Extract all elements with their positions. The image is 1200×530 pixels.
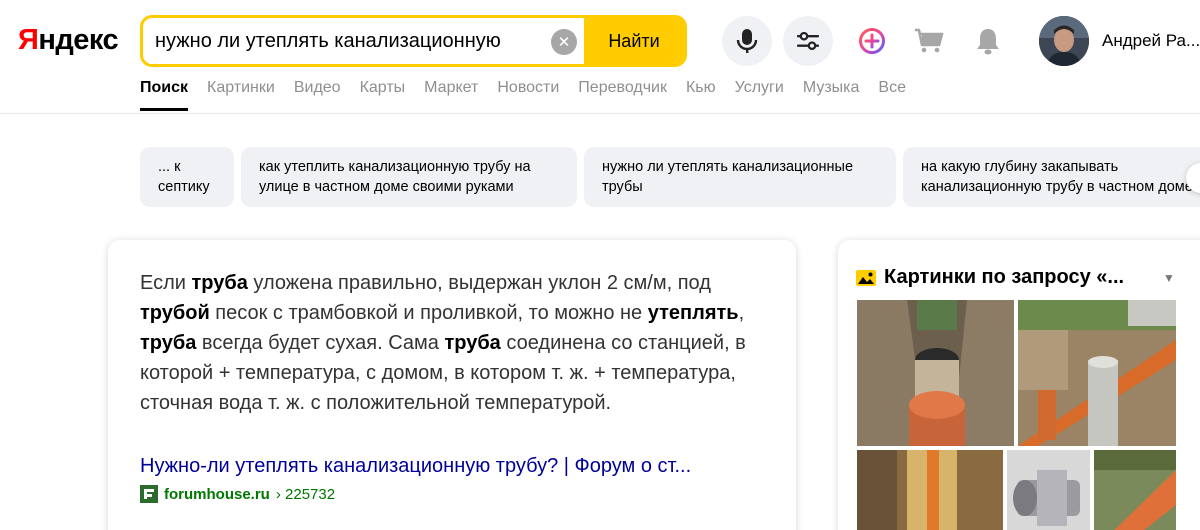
yandex-logo[interactable]: Яндекс [18,24,119,57]
chevron-down-icon[interactable]: ▼ [1163,271,1175,285]
clear-search-button[interactable]: ✕ [551,29,577,55]
pipe-trench-photo [857,300,1014,446]
related-query-chip[interactable]: на какую глубину закапывать канализацион… [903,147,1200,207]
image-thumbnail[interactable] [857,300,1014,446]
pipe-installation-photo [1018,300,1176,446]
search-box: ✕ Найти [140,15,687,67]
tab-music[interactable]: Музыка [803,79,860,111]
microphone-icon [736,29,758,53]
avatar-photo [1039,16,1089,66]
cart-button[interactable] [912,24,946,58]
tab-q[interactable]: Кью [686,79,716,111]
images-panel: Картинки по запросу «... ▼ [838,240,1200,530]
images-panel-title[interactable]: Картинки по запросу «... [856,266,1124,289]
result-path: › 225732 [275,485,336,503]
user-avatar[interactable] [1039,16,1089,66]
search-input[interactable] [143,18,585,64]
find-button[interactable]: Найти [584,18,684,64]
result-domain[interactable]: forumhouse.ru [164,486,270,503]
tab-search[interactable]: Поиск [140,79,189,111]
plus-icon [859,28,885,54]
user-name[interactable]: Андрей Ра... [1102,31,1200,51]
tab-images[interactable]: Картинки [207,79,275,111]
tab-news[interactable]: Новости [497,79,559,111]
pipe-elbow-photo [1007,450,1090,530]
bell-icon [977,29,999,55]
featured-snippet-card: Если труба уложена правильно, выдержан у… [108,240,796,530]
image-thumbnail[interactable] [1094,450,1176,530]
sliders-icon [797,31,819,51]
notifications-button[interactable] [971,24,1005,58]
image-thumbnail[interactable] [857,450,1003,530]
close-icon: ✕ [557,33,571,51]
result-source[interactable]: forumhouse.ru › 225732 [140,485,335,503]
tab-video[interactable]: Видео [294,79,341,111]
plus-button[interactable] [855,24,889,58]
voice-search-button[interactable] [722,16,772,66]
header-divider [0,113,1200,114]
search-tabs: Поиск Картинки Видео Карты Маркет Новост… [140,79,925,111]
tab-market[interactable]: Маркет [424,79,478,111]
tab-translator[interactable]: Переводчик [578,79,667,111]
tab-services[interactable]: Услуги [735,79,784,111]
tab-all[interactable]: Все [878,79,906,111]
related-query-chip[interactable]: ... к септику [140,147,234,207]
cart-icon [915,28,944,53]
forumhouse-favicon-icon [140,485,158,503]
image-thumbnail[interactable] [1007,450,1090,530]
insulated-pipe-photo [857,450,1003,530]
image-thumbnail[interactable] [1018,300,1176,446]
logo-first-letter: Я [18,24,39,56]
orange-pipe-photo [1094,450,1176,530]
search-settings-button[interactable] [783,16,833,66]
images-panel-title-text: Картинки по запросу «... [884,266,1125,288]
image-icon [856,269,876,286]
related-query-chip[interactable]: как утеплить канализационную трубу на ул… [241,147,577,207]
tab-maps[interactable]: Карты [360,79,406,111]
logo-rest: ндекс [38,24,119,56]
snippet-text: Если труба уложена правильно, выдержан у… [140,272,746,414]
result-title-link[interactable]: Нужно-ли утеплять канализационную трубу?… [140,455,760,478]
related-query-chip[interactable]: нужно ли утеплять канализационные трубы [584,147,896,207]
